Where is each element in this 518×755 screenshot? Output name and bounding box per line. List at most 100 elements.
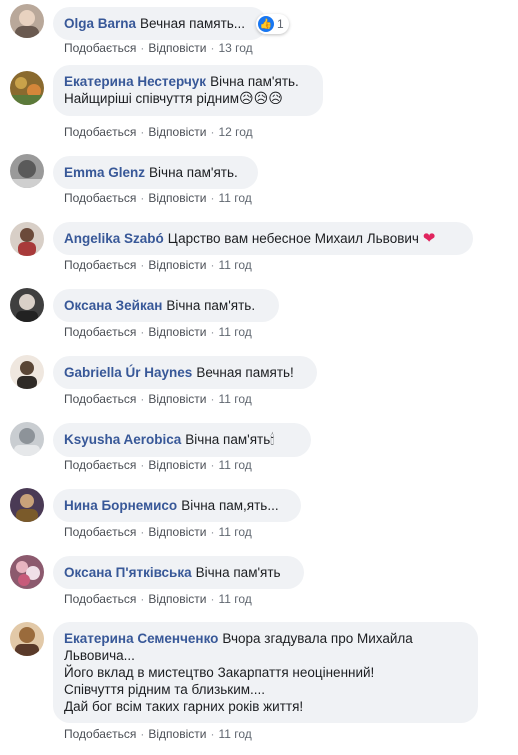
comment-author[interactable]: Оксана Зейкан — [64, 298, 162, 313]
comment-bubble: Оксана Зейкан Вічна пам'ять. — [53, 289, 279, 322]
comment-text: Вечная память... — [140, 16, 246, 31]
separator: · — [210, 727, 215, 741]
comment-text: Царство вам небесное Михаил Львович — [167, 231, 419, 246]
comment-author[interactable]: Gabriella Úr Haynes — [64, 365, 192, 380]
avatar[interactable] — [10, 4, 44, 38]
comment-time[interactable]: 11 год — [218, 392, 251, 406]
like-link[interactable]: Подобається — [64, 592, 136, 606]
like-link[interactable]: Подобається — [64, 325, 136, 339]
comment-actions: Подобається · Відповісти · 11 год — [64, 191, 252, 205]
comment-author[interactable]: Екатерина Семенченко — [64, 631, 218, 646]
comment-time[interactable]: 11 год — [218, 458, 251, 472]
separator: · — [210, 125, 215, 139]
separator: · — [210, 325, 215, 339]
comment-text: Вічна пам'ять — [185, 432, 271, 447]
like-link[interactable]: Подобається — [64, 392, 136, 406]
separator: · — [140, 325, 145, 339]
candle-icon: 🕯 — [270, 432, 275, 448]
like-link[interactable]: Подобається — [64, 258, 136, 272]
separator: · — [210, 41, 215, 55]
reply-link[interactable]: Відповісти — [148, 592, 206, 606]
sad-emoji-icon: 😥😥😥 — [239, 91, 283, 107]
separator: · — [210, 458, 215, 472]
comment-bubble: Екатерина Нестерчук Вічна пам'ять. Найщир… — [53, 65, 323, 116]
separator: · — [140, 125, 145, 139]
comment-bubble: Angelika Szabó Царство вам небесное Михаи… — [53, 222, 473, 255]
reply-link[interactable]: Відповісти — [148, 458, 206, 472]
comment-author[interactable]: Angelika Szabó — [64, 231, 164, 246]
reply-link[interactable]: Відповісти — [148, 191, 206, 205]
comment-bubble: Ksyusha Aerobica Вічна пам'ять🕯 — [53, 423, 311, 457]
reply-link[interactable]: Відповісти — [148, 525, 206, 539]
comment-text: Вічна пам'ять — [195, 565, 281, 580]
comment-time[interactable]: 11 год — [218, 191, 251, 205]
comment-author[interactable]: Екатерина Нестерчук — [64, 74, 206, 89]
comment-author[interactable]: Olga Barna — [64, 16, 136, 31]
comment-bubble: Emma Glenz Вічна пам'ять. — [53, 156, 258, 189]
reply-link[interactable]: Відповісти — [148, 727, 206, 741]
like-link[interactable]: Подобається — [64, 525, 136, 539]
like-link[interactable]: Подобається — [64, 727, 136, 741]
comment-bubble: Gabriella Úr Haynes Вечная память! — [53, 356, 317, 389]
comment-time[interactable]: 11 год — [218, 325, 251, 339]
reply-link[interactable]: Відповісти — [148, 325, 206, 339]
comment-actions: Подобається · Відповісти · 11 год — [64, 525, 252, 539]
comment-time[interactable]: 11 год — [218, 258, 251, 272]
comment-actions: Подобається · Відповісти · 13 год — [64, 41, 253, 55]
comment-actions: Подобається · Відповісти · 11 год — [64, 392, 252, 406]
comment-bubble: Нина Борнемисо Вічна пам,ять... — [53, 489, 301, 522]
avatar[interactable] — [10, 355, 44, 389]
separator: · — [140, 727, 145, 741]
separator: · — [140, 525, 145, 539]
separator: · — [140, 458, 145, 472]
like-link[interactable]: Подобається — [64, 41, 136, 55]
avatar[interactable] — [10, 622, 44, 656]
reply-link[interactable]: Відповісти — [148, 125, 206, 139]
avatar[interactable] — [10, 288, 44, 322]
separator: · — [210, 191, 215, 205]
comment-time[interactable]: 11 год — [218, 592, 251, 606]
reply-link[interactable]: Відповісти — [148, 392, 206, 406]
reaction-badge[interactable]: 👍 1 — [256, 14, 289, 34]
separator: · — [210, 258, 215, 272]
comment-actions: Подобається · Відповісти · 11 год — [64, 727, 252, 741]
reply-link[interactable]: Відповісти — [148, 41, 206, 55]
comment-text: Вечная память! — [196, 365, 294, 380]
separator: · — [140, 258, 145, 272]
reaction-count: 1 — [277, 17, 284, 31]
like-link[interactable]: Подобається — [64, 458, 136, 472]
avatar[interactable] — [10, 488, 44, 522]
separator: · — [210, 525, 215, 539]
comment-time[interactable]: 11 год — [218, 525, 251, 539]
separator: · — [140, 41, 145, 55]
comment-author[interactable]: Ksyusha Aerobica — [64, 432, 181, 447]
reply-link[interactable]: Відповісти — [148, 258, 206, 272]
like-icon: 👍 — [258, 16, 274, 32]
comment-time[interactable]: 12 год — [218, 125, 252, 139]
separator: · — [210, 392, 215, 406]
comment-actions: Подобається · Відповісти · 11 год — [64, 325, 252, 339]
comment-bubble: Оксана П'ятківська Вічна пам'ять — [53, 556, 304, 589]
comment-actions: Подобається · Відповісти · 11 год — [64, 458, 252, 472]
avatar[interactable] — [10, 71, 44, 105]
comment-author[interactable]: Нина Борнемисо — [64, 498, 177, 513]
comment-author[interactable]: Оксана П'ятківська — [64, 565, 192, 580]
comment-actions: Подобається · Відповісти · 11 год — [64, 258, 252, 272]
comment-text: Вічна пам'ять. — [149, 165, 238, 180]
avatar[interactable] — [10, 422, 44, 456]
comment-author[interactable]: Emma Glenz — [64, 165, 145, 180]
comment-text: Вічна пам,ять... — [181, 498, 279, 513]
comment-time[interactable]: 13 год — [218, 41, 252, 55]
separator: · — [140, 592, 145, 606]
separator: · — [140, 191, 145, 205]
avatar[interactable] — [10, 154, 44, 188]
comment-actions: Подобається · Відповісти · 12 год — [64, 125, 253, 139]
separator: · — [140, 392, 145, 406]
comment-bubble: Екатерина Семенченко Вчора згадувала про … — [53, 622, 478, 723]
like-link[interactable]: Подобається — [64, 191, 136, 205]
comment-text: Вічна пам'ять. — [166, 298, 256, 313]
avatar[interactable] — [10, 555, 44, 589]
comment-time[interactable]: 11 год — [218, 727, 251, 741]
like-link[interactable]: Подобається — [64, 125, 136, 139]
avatar[interactable] — [10, 222, 44, 256]
